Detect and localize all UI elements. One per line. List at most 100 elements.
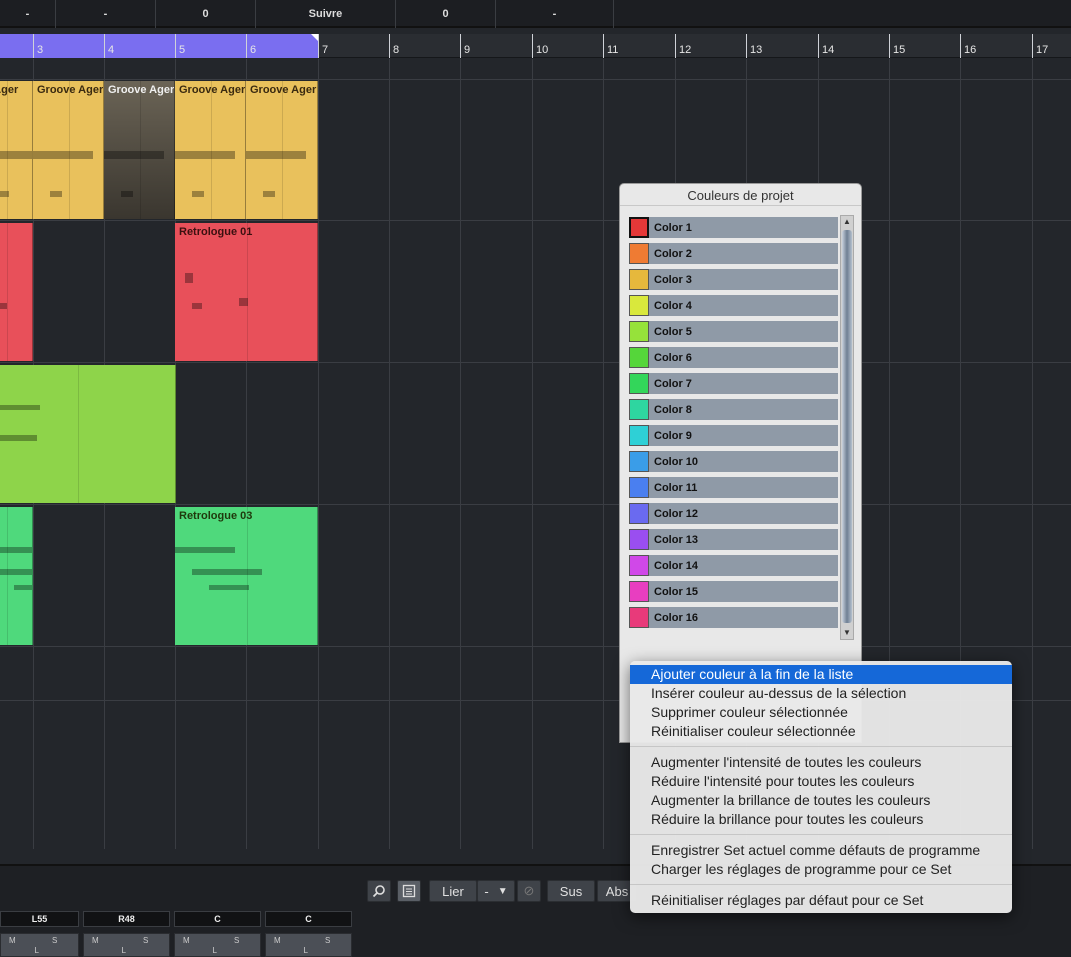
beat-line [139, 81, 141, 219]
menu-item[interactable]: Charger les réglages de programme pour c… [630, 860, 1012, 879]
midi-part[interactable]: Groove Ager [33, 81, 104, 219]
color-row[interactable]: Color 12 [628, 501, 840, 527]
color-swatch[interactable] [629, 269, 649, 290]
note [0, 151, 32, 159]
menu-item[interactable]: Augmenter la brillance de toutes les cou… [630, 791, 1012, 810]
color-row[interactable]: Color 16 [628, 605, 840, 631]
list-button[interactable] [397, 880, 421, 902]
search-button[interactable] [367, 880, 391, 902]
transport-field[interactable]: - [56, 0, 156, 28]
midi-part[interactable]: Retrologue 03 [175, 507, 318, 645]
transport-field[interactable]: 0 [156, 0, 256, 28]
timeline-ruler[interactable]: 3 4 5 6 7 8 9 10 11 12 13 14 15 16 17 [0, 34, 1071, 58]
transport-follow[interactable]: Suivre [256, 0, 396, 28]
color-swatch[interactable] [629, 451, 649, 472]
bar-tick [318, 34, 319, 58]
midi-part[interactable]: Groove Ager [246, 81, 318, 219]
link-mode-dropdown[interactable]: - ▼ [477, 880, 515, 902]
mute-button[interactable]: M [9, 936, 16, 945]
listen-button[interactable]: L [213, 946, 217, 955]
color-row[interactable]: Color 7 [628, 371, 840, 397]
context-menu: Ajouter couleur à la fin de la liste Insé… [630, 661, 1012, 913]
color-swatch[interactable] [629, 243, 649, 264]
disabled-e-button[interactable]: ⊘ [517, 880, 541, 902]
solo-button[interactable]: S [234, 936, 239, 945]
midi-part[interactable]: Groove Ager [175, 81, 246, 219]
color-row[interactable]: Color 9 [628, 423, 840, 449]
color-row[interactable]: Color 11 [628, 475, 840, 501]
color-row[interactable]: Color 6 [628, 345, 840, 371]
mute-solo-strip: M S L [265, 933, 352, 957]
menu-item[interactable]: Ajouter couleur à la fin de la liste [630, 665, 1012, 684]
solo-button[interactable]: S [143, 936, 148, 945]
color-swatch[interactable] [629, 217, 649, 238]
grid-line [460, 59, 461, 849]
listen-button[interactable]: L [304, 946, 308, 955]
scroll-down-icon[interactable]: ▼ [842, 627, 852, 639]
transport-field[interactable]: 0 [396, 0, 496, 28]
menu-item[interactable]: Insérer couleur au-dessus de la sélectio… [630, 684, 1012, 703]
menu-item[interactable]: Réduire la brillance pour toutes les cou… [630, 810, 1012, 829]
midi-part[interactable]: Retrologue 01 [175, 223, 318, 361]
beat-line [210, 81, 212, 219]
pan-control[interactable]: R48 [83, 911, 170, 927]
menu-item[interactable]: Réduire l'intensité pour toutes les coul… [630, 772, 1012, 791]
menu-item[interactable]: Réinitialiser réglages par défaut pour c… [630, 891, 1012, 910]
link-button[interactable]: Lier [429, 880, 477, 902]
midi-part[interactable] [0, 365, 176, 503]
color-swatch[interactable] [629, 607, 649, 628]
menu-item[interactable]: Réinitialiser couleur sélectionnée [630, 722, 1012, 741]
color-swatch[interactable] [629, 399, 649, 420]
menu-item[interactable]: Supprimer couleur sélectionnée [630, 703, 1012, 722]
menu-item[interactable]: Enregistrer Set actuel comme défauts de … [630, 841, 1012, 860]
color-swatch[interactable] [629, 295, 649, 316]
transport-field[interactable]: - [496, 0, 614, 28]
menu-item[interactable]: Augmenter l'intensité de toutes les coul… [630, 753, 1012, 772]
listen-button[interactable]: L [35, 946, 39, 955]
midi-part[interactable] [0, 507, 33, 645]
pan-control[interactable]: C [265, 911, 352, 927]
color-row[interactable]: Color 5 [628, 319, 840, 345]
color-row[interactable]: Color 3 [628, 267, 840, 293]
color-row[interactable]: Color 1 [628, 215, 840, 241]
mute-button[interactable]: M [274, 936, 281, 945]
midi-part[interactable] [0, 223, 33, 361]
color-row[interactable]: Color 13 [628, 527, 840, 553]
color-swatch[interactable] [629, 581, 649, 602]
menu-separator [630, 834, 1012, 835]
pan-control[interactable]: C [174, 911, 261, 927]
scroll-thumb[interactable] [842, 230, 852, 623]
color-swatch[interactable] [629, 425, 649, 446]
listen-button[interactable]: L [122, 946, 126, 955]
color-swatch[interactable] [629, 477, 649, 498]
color-swatch[interactable] [629, 555, 649, 576]
color-swatch[interactable] [629, 529, 649, 550]
color-row[interactable]: Color 15 [628, 579, 840, 605]
transport-field[interactable]: - [0, 0, 56, 28]
color-row[interactable]: Color 4 [628, 293, 840, 319]
scroll-up-icon[interactable]: ▲ [842, 216, 852, 228]
color-row[interactable]: Color 8 [628, 397, 840, 423]
color-row[interactable]: Color 10 [628, 449, 840, 475]
midi-part[interactable]: Groove Ager [0, 81, 33, 219]
mute-button[interactable]: M [92, 936, 99, 945]
cycle-range[interactable] [0, 34, 318, 58]
mute-button[interactable]: M [183, 936, 190, 945]
solo-button[interactable]: S [52, 936, 57, 945]
solo-button[interactable]: S [325, 936, 330, 945]
pan-control[interactable]: L55 [0, 911, 79, 927]
grid-line [0, 79, 1071, 80]
color-swatch[interactable] [629, 321, 649, 342]
color-swatch[interactable] [629, 503, 649, 524]
color-swatch[interactable] [629, 347, 649, 368]
beat-line [6, 223, 8, 361]
color-swatch[interactable] [629, 373, 649, 394]
scrollbar[interactable]: ▲ ▼ [840, 215, 854, 640]
color-list[interactable]: Color 1 Color 2 Color 3 Color 4 Color 5 Color… [628, 215, 840, 631]
sus-button[interactable]: Sus [547, 880, 595, 902]
midi-part[interactable]: Groove Ager [104, 81, 175, 219]
color-row[interactable]: Color 2 [628, 241, 840, 267]
color-name: Color 6 [654, 352, 692, 364]
color-row[interactable]: Color 14 [628, 553, 840, 579]
beat-line [246, 507, 248, 645]
